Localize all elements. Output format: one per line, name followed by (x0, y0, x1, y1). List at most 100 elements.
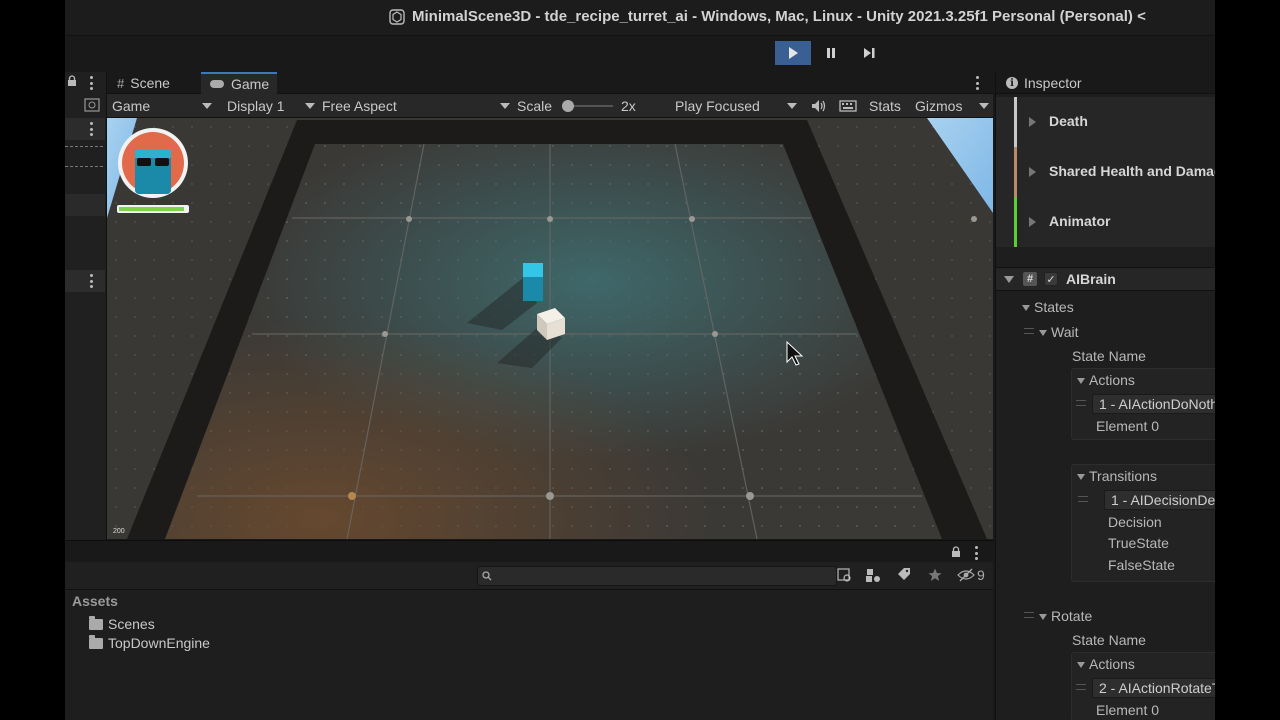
project-panel-header (65, 540, 993, 562)
pause-button[interactable] (813, 41, 849, 65)
component-death[interactable]: Death (996, 97, 1215, 147)
title-bar: MinimalScene3D - tde_recipe_turret_ai - … (65, 0, 1215, 36)
search-by-type-icon[interactable] (837, 568, 853, 583)
star-icon[interactable] (928, 568, 942, 582)
chevron-down-icon (1039, 330, 1047, 337)
hash-grid-icon: # (117, 75, 125, 91)
inspector-tab-label: Inspector (1024, 75, 1082, 91)
component-color-bar (1014, 97, 1017, 147)
lock-icon[interactable] (951, 546, 961, 558)
tab-game[interactable]: Game (201, 72, 278, 94)
states-foldout[interactable]: States (1022, 299, 1074, 315)
hierarchy-panel-edge (65, 72, 107, 540)
tab-inspector[interactable]: i Inspector (996, 72, 1215, 94)
keyboard-icon (839, 100, 857, 112)
speaker-icon (812, 100, 826, 112)
state-name-label: State Name (1072, 632, 1146, 648)
inspector-panel: i Inspector Death Shared Health and Dama… (995, 72, 1215, 720)
tab-game-label: Game (231, 76, 270, 92)
info-icon: i (1006, 77, 1018, 89)
component-shared-health[interactable]: Shared Health and Damage (996, 147, 1215, 197)
chevron-down-icon (1077, 474, 1085, 481)
component-color-bar (1014, 197, 1017, 247)
component-enabled-checkbox[interactable]: ✓ (1044, 272, 1058, 286)
gamepad-icon (209, 77, 225, 92)
scale-slider-handle[interactable] (562, 100, 574, 112)
play-mode-dropdown[interactable]: Play Focused (675, 94, 797, 118)
chevron-down-icon (1077, 378, 1085, 385)
chevron-right-icon (1029, 117, 1036, 127)
chevron-down-icon (1039, 614, 1047, 621)
actions-foldout[interactable]: Actions (1077, 656, 1135, 672)
player-character (523, 263, 543, 301)
project-options-icon[interactable] (973, 546, 979, 560)
actions-foldout[interactable]: Actions (1077, 372, 1135, 388)
game-view-dropdown[interactable]: Game (112, 94, 212, 118)
folder-label: Scenes (108, 616, 155, 632)
action-element-field[interactable]: 2 - AIActionRotateTowards (1092, 678, 1215, 698)
drag-handle-icon[interactable] (1076, 400, 1086, 406)
lock-icon[interactable] (67, 75, 77, 87)
actions-label: Actions (1089, 656, 1135, 672)
step-button[interactable] (851, 41, 887, 65)
chevron-down-icon (202, 103, 212, 109)
drag-handle-icon[interactable] (1024, 612, 1034, 618)
drag-handle-icon[interactable] (1024, 328, 1034, 334)
search-by-label-icon[interactable] (865, 568, 881, 583)
tab-scene[interactable]: # Scene (109, 72, 178, 94)
scale-label: Scale (517, 98, 553, 114)
scene-options-icon[interactable] (88, 122, 94, 136)
game-scene-render (107, 118, 993, 539)
stats-button[interactable]: Stats (869, 94, 901, 118)
shortcuts-button[interactable] (839, 94, 857, 118)
game-view-dropdown-label: Game (112, 98, 151, 114)
gizmos-dropdown[interactable]: Gizmos (915, 94, 993, 118)
project-browser: Assets Scenes TopDownEngine (65, 590, 993, 720)
tag-icon[interactable] (897, 568, 911, 582)
scene-options-icon[interactable] (88, 274, 94, 288)
state-foldout-rotate[interactable]: Rotate (1039, 608, 1092, 624)
tab-options-icon[interactable] (974, 76, 980, 90)
transition-element-field[interactable]: 1 - AIDecisionDetectTarget (1104, 490, 1215, 510)
hierarchy-row[interactable] (65, 118, 105, 140)
component-animator[interactable]: Animator (996, 197, 1215, 247)
game-viewport[interactable]: 200 (107, 118, 993, 539)
component-name: Death (1049, 113, 1088, 129)
action-element-field[interactable]: 1 - AIActionDoNothing (1092, 394, 1215, 414)
unity-logo-icon (389, 9, 405, 25)
component-aibrain-header[interactable]: # ✓ AIBrain (996, 267, 1215, 291)
hierarchy-create-icon[interactable] (84, 98, 100, 112)
display-dropdown[interactable]: Display 1 (227, 94, 315, 118)
player-portrait (118, 128, 188, 198)
eye-slash-icon (957, 568, 975, 582)
drag-handle-icon[interactable] (1078, 496, 1088, 502)
hidden-packages-toggle[interactable]: 9 (957, 567, 985, 583)
hierarchy-row[interactable] (65, 194, 105, 216)
hierarchy-row[interactable] (65, 270, 105, 292)
project-search-input[interactable] (477, 566, 837, 586)
decision-label: Decision (1108, 514, 1162, 530)
view-tabs: # Scene Game (107, 72, 993, 94)
pause-icon (827, 48, 835, 58)
play-button[interactable] (775, 41, 811, 65)
state-label: Rotate (1051, 608, 1093, 624)
folder-item[interactable]: TopDownEngine (89, 633, 210, 653)
chevron-down-icon (787, 103, 797, 109)
letterbox-right (1215, 0, 1280, 720)
fps-counter: 200 (113, 528, 125, 535)
scale-value: 2x (621, 98, 636, 114)
states-label: States (1034, 299, 1074, 315)
play-mode-dropdown-label: Play Focused (675, 98, 760, 114)
assets-heading[interactable]: Assets (72, 593, 118, 609)
drag-handle-icon[interactable] (1076, 684, 1086, 690)
aspect-dropdown[interactable]: Free Aspect (322, 94, 510, 118)
state-foldout-wait[interactable]: Wait (1039, 324, 1078, 340)
transitions-foldout[interactable]: Transitions (1077, 468, 1157, 484)
aspect-dropdown-label: Free Aspect (322, 98, 397, 114)
more-options-icon[interactable] (88, 76, 94, 90)
health-bar (117, 205, 189, 213)
folder-item[interactable]: Scenes (89, 614, 155, 634)
mute-audio-button[interactable] (811, 94, 827, 118)
chevron-down-icon (979, 103, 989, 109)
true-state-label: TrueState (1108, 535, 1169, 551)
